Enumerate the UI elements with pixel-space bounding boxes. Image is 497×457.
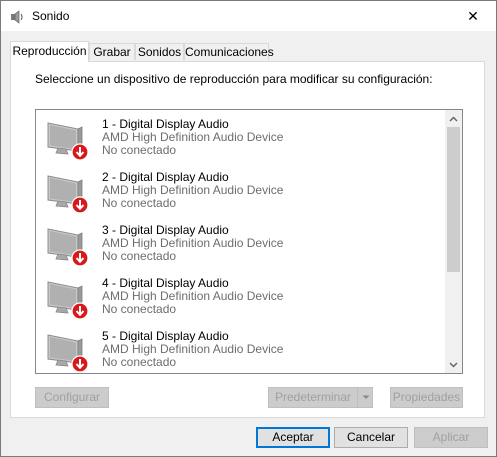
properties-button[interactable]: Propiedades [390,387,463,408]
device-status: No conectado [102,143,177,157]
set-default-label: Predeterminar [274,390,352,404]
tab-grabar[interactable]: Grabar [89,43,135,60]
apply-button[interactable]: Aplicar [414,427,488,448]
device-list[interactable]: 1 - Digital Display Audio AMD High Defini… [35,109,463,374]
device-item[interactable]: 1 - Digital Display Audio AMD High Defini… [36,113,446,166]
device-name: 1 - Digital Display Audio [102,117,229,131]
cancel-button[interactable]: Cancelar [334,427,408,448]
device-item[interactable]: 5 - Digital Display Audio AMD High Defini… [36,325,446,373]
scroll-thumb[interactable] [447,127,460,272]
window-title: Sonido [32,9,70,23]
device-item[interactable]: 4 - Digital Display Audio AMD High Defini… [36,272,446,325]
monitor-speaker-icon [47,334,89,373]
device-name: 2 - Digital Display Audio [102,170,229,184]
monitor-speaker-icon [47,175,89,214]
configure-button[interactable]: Configurar [35,387,109,408]
device-driver: AMD High Definition Audio Device [102,183,284,197]
close-button[interactable]: ✕ [450,1,496,31]
tab-comunicaciones[interactable]: Comunicaciones [184,43,274,60]
playback-panel: Seleccione un dispositivo de reproducció… [10,61,485,418]
device-status: No conectado [102,302,177,316]
device-item[interactable]: 3 - Digital Display Audio AMD High Defini… [36,219,446,272]
device-driver: AMD High Definition Audio Device [102,130,284,144]
tab-sonidos[interactable]: Sonidos [135,43,184,60]
sound-dialog: Sonido ✕ Reproducción Grabar Sonidos Com… [0,0,497,457]
device-status: No conectado [102,196,177,210]
device-name: 5 - Digital Display Audio [102,329,229,343]
instruction-text: Seleccione un dispositivo de reproducció… [35,72,433,86]
device-driver: AMD High Definition Audio Device [102,236,284,250]
scroll-up-button[interactable] [445,110,462,127]
title-bar[interactable]: Sonido ✕ [1,1,496,31]
device-name: 3 - Digital Display Audio [102,223,229,237]
scroll-down-button[interactable] [445,356,462,373]
ok-button[interactable]: Aceptar [256,427,330,448]
device-status: No conectado [102,355,177,369]
vertical-scrollbar[interactable] [445,110,462,373]
chevron-down-icon [449,362,458,367]
set-default-split-button[interactable]: Predeterminar [268,387,373,408]
device-status: No conectado [102,249,177,263]
chevron-down-icon [362,395,370,399]
monitor-speaker-icon [47,281,89,320]
device-driver: AMD High Definition Audio Device [102,289,284,303]
device-driver: AMD High Definition Audio Device [102,342,284,356]
close-icon: ✕ [467,7,479,24]
chevron-up-icon [449,116,458,121]
monitor-speaker-icon [47,228,89,267]
tab-reproduccion[interactable]: Reproducción [10,41,89,62]
device-name: 4 - Digital Display Audio [102,276,229,290]
set-default-dropdown[interactable] [357,388,374,407]
speaker-icon [11,10,23,24]
device-item[interactable]: 2 - Digital Display Audio AMD High Defini… [36,166,446,219]
monitor-speaker-icon [47,122,89,161]
